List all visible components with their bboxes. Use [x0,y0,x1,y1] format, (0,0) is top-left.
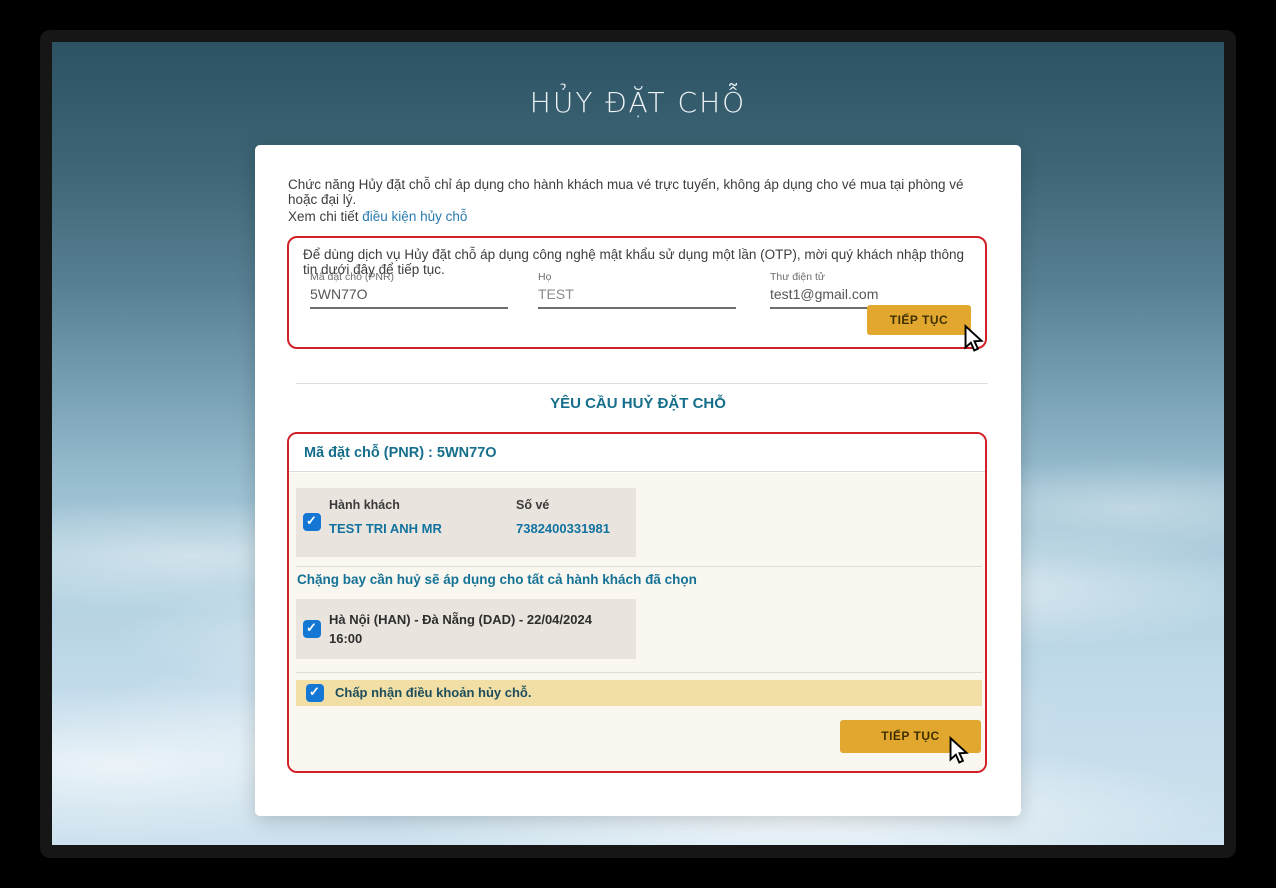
terms-bar: Chấp nhận điều khoản hủy chỗ. [296,680,982,706]
pnr-summary-header: Mã đặt chỗ (PNR) : 5WN77O [289,434,985,472]
cancellation-conditions-link[interactable]: điều kiện hủy chỗ [362,209,467,224]
pnr-field-label: Mã đặt chỗ (PNR) [310,271,508,283]
intro-detail-prefix: Xem chi tiết [288,209,362,224]
passenger-column-header: Hành khách [329,498,400,512]
terms-label: Chấp nhận điều khoản hủy chỗ. [335,685,531,700]
page-title: HỦY ĐẶT CHỖ [52,86,1224,119]
intro-text: Chức năng Hủy đặt chỗ chỉ áp dụng cho hà… [288,177,994,207]
passenger-name: TEST TRI ANH MR [329,521,442,536]
pnr-input[interactable] [310,285,508,309]
segment-info: Hà Nội (HAN) - Đà Nẵng (DAD) - 22/04/202… [329,610,592,648]
cursor-icon [945,736,971,768]
section-divider [296,383,988,384]
flight-segment-row: Hà Nội (HAN) - Đà Nẵng (DAD) - 22/04/202… [296,599,636,659]
passenger-checkbox[interactable] [303,513,321,531]
email-field: Thư điện tử [770,271,970,309]
segment-time: 16:00 [329,629,592,648]
main-card: Chức năng Hủy đặt chỗ chỉ áp dụng cho hà… [255,145,1021,816]
lastname-field: Họ [538,271,736,309]
divider [296,672,982,673]
terms-checkbox[interactable] [306,684,324,702]
pnr-summary: Mã đặt chỗ (PNR) : 5WN77O [304,445,497,461]
cancel-request-box: Mã đặt chỗ (PNR) : 5WN77O Hành khách Số … [287,432,987,773]
passenger-table: Hành khách Số vé TEST TRI ANH MR 7382400… [296,488,636,557]
otp-continue-button[interactable]: TIẾP TỤC [867,305,971,335]
request-section-heading: YÊU CẦU HUỶ ĐẶT CHỖ [255,395,1021,412]
cancel-request-body: Hành khách Số vé TEST TRI ANH MR 7382400… [289,473,985,771]
email-field-label: Thư điện tử [770,271,970,283]
lastname-field-label: Họ [538,271,736,283]
pnr-field: Mã đặt chỗ (PNR) [310,271,508,309]
browser-viewport: HỦY ĐẶT CHỖ Chức năng Hủy đặt chỗ chỉ áp… [52,42,1224,845]
ticket-column-header: Số vé [516,498,549,512]
intro-detail-line: Xem chi tiết điều kiện hủy chỗ [288,209,467,224]
segment-heading: Chặng bay cần huỷ sẽ áp dụng cho tất cả … [297,572,697,587]
otp-form-box: Để dùng dịch vụ Hủy đặt chỗ áp dụng công… [287,236,987,349]
cursor-icon [960,324,986,356]
lastname-input[interactable] [538,285,736,309]
segment-route: Hà Nội (HAN) - Đà Nẵng (DAD) - 22/04/202… [329,610,592,629]
divider [296,566,982,567]
ticket-number: 7382400331981 [516,521,610,536]
segment-checkbox[interactable] [303,620,321,638]
